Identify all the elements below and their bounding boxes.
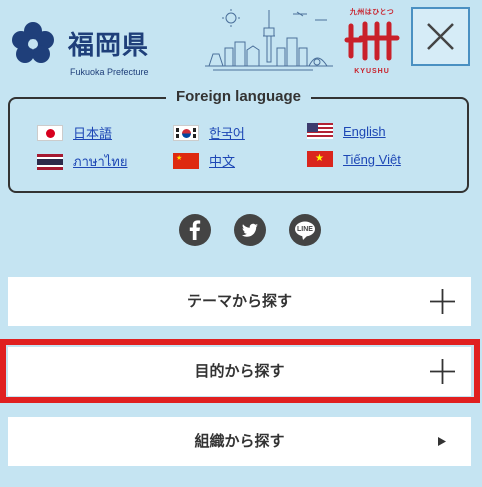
lang-item-japanese[interactable]: 日本語 [37, 123, 112, 142]
fukuoka-emblem-icon [12, 22, 54, 63]
thailand-flag-icon [37, 153, 63, 170]
close-button[interactable] [411, 7, 470, 66]
foreign-language-title: Foreign language [165, 88, 311, 105]
kyushu-mark-icon [344, 21, 400, 61]
menu-item-theme-label: テーマから探す [186, 293, 292, 310]
lang-link-thai[interactable]: ภาษาไทย [73, 151, 127, 172]
kyushu-text: KYUSHU [354, 68, 390, 75]
vietnam-flag-icon: ★ [307, 151, 333, 167]
facebook-button[interactable] [179, 214, 211, 246]
logo-text: 福岡県 [68, 31, 150, 61]
plus-icon [430, 289, 455, 314]
facebook-icon [189, 220, 201, 240]
header: 福岡県 Fukuoka Prefecture 九州はひとつ KYUSHU [0, 0, 482, 92]
japan-flag-icon [37, 124, 63, 141]
lang-link-vietnamese[interactable]: Tiếng Việt [343, 152, 401, 167]
twitter-button[interactable] [234, 214, 266, 246]
china-flag-icon: ★ [173, 152, 199, 169]
kyushu-logo: 九州はひとつ KYUSHU [343, 4, 401, 78]
lang-link-chinese[interactable]: 中文 [209, 151, 235, 170]
line-icon-text: LINE [297, 226, 313, 233]
lang-item-english[interactable]: English [307, 123, 386, 139]
logo-subtitle: Fukuoka Prefecture [70, 67, 149, 77]
lang-link-japanese[interactable]: 日本語 [73, 123, 112, 142]
line-button[interactable]: LINE [289, 214, 321, 246]
menu-item-organization-label: 組織から探す [194, 433, 285, 450]
menu-item-theme[interactable]: テーマから探す [8, 277, 471, 326]
triangle-right-icon [438, 437, 446, 446]
lang-link-english[interactable]: English [343, 124, 386, 139]
twitter-icon [241, 223, 258, 237]
fukuoka-logo[interactable]: 福岡県 Fukuoka Prefecture [10, 14, 160, 77]
city-skyline-illustration [205, 9, 333, 71]
lang-link-korean[interactable]: 한국어 [209, 123, 245, 142]
highlight-frame [0, 339, 480, 403]
close-icon [427, 23, 454, 50]
lang-item-chinese[interactable]: ★ 中文 [173, 151, 235, 170]
foreign-language-panel: Foreign language 日本語 한국어 English ภาษาไทย… [8, 88, 469, 193]
usa-flag-icon [307, 123, 333, 139]
lang-item-vietnamese[interactable]: ★ Tiếng Việt [307, 151, 401, 167]
korea-flag-icon [173, 124, 199, 141]
menu-item-organization[interactable]: 組織から探す [8, 417, 471, 466]
lang-item-korean[interactable]: 한국어 [173, 123, 245, 142]
lang-item-thai[interactable]: ภาษาไทย [37, 151, 127, 172]
